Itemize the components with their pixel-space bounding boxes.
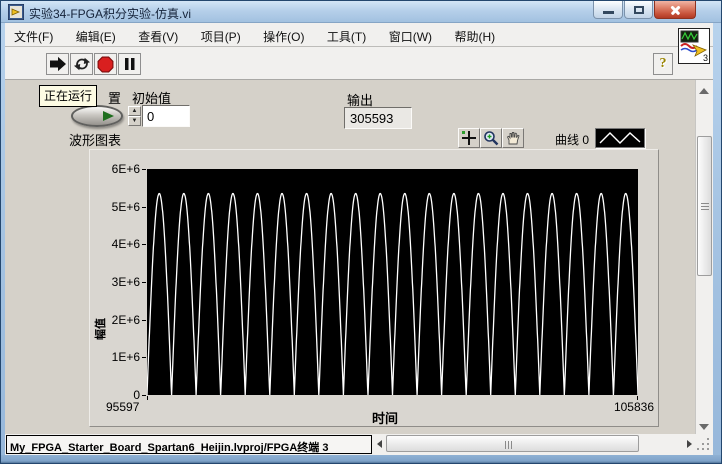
running-tooltip: 正在运行	[39, 85, 98, 107]
hand-icon	[506, 132, 520, 145]
pause-icon	[124, 58, 134, 70]
thumb-grip	[505, 441, 512, 449]
waveform-trace	[146, 192, 639, 396]
reset-button-label: 置	[108, 91, 122, 106]
x-tick-label-min: 95597	[106, 400, 140, 414]
scroll-left-icon[interactable]	[377, 440, 382, 448]
waveform-chart: 6E+6 5E+6 4E+6 3E+6 2E+6 1E+6 0 95597 105836 幅…	[89, 149, 659, 427]
chart-plot-area[interactable]	[146, 169, 639, 396]
menu-tools[interactable]: 工具(T)	[318, 23, 375, 47]
window-title: 实验34-FPGA积分实验-仿真.vi	[29, 7, 192, 21]
play-arrow-icon	[103, 111, 114, 121]
y-tick-label: 3E+6	[111, 275, 140, 289]
magnifier-icon	[484, 131, 499, 146]
title-bar[interactable]: 实验34-FPGA积分实验-仿真.vi	[1, 1, 721, 23]
plot-line-sample-icon	[599, 132, 641, 144]
y-tick-label: 4E+6	[111, 237, 140, 252]
y-tick-mark	[142, 357, 146, 359]
initial-value-stepper[interactable]: ▲ ▼	[128, 106, 141, 126]
crosshair-icon	[462, 131, 476, 145]
menu-view[interactable]: 查看(V)	[129, 23, 187, 47]
menu-project[interactable]: 项目(P)	[192, 23, 250, 47]
labview-window: 实验34-FPGA积分实验-仿真.vi 文件(F) 编辑(E) 查看(V) 项目…	[0, 0, 722, 464]
menu-edit[interactable]: 编辑(E)	[67, 23, 125, 47]
y-tick-label: 1E+6	[111, 350, 140, 365]
graph-palette	[458, 128, 524, 148]
context-help-button[interactable]: ?	[653, 53, 673, 75]
abort-button[interactable]	[94, 53, 117, 75]
vi-icon[interactable]: 3	[678, 28, 710, 64]
window-bottom-frame	[1, 455, 721, 463]
scroll-up-icon[interactable]	[699, 88, 709, 94]
y-tick-mark	[142, 395, 146, 396]
plot-legend[interactable]: 曲线 0	[555, 128, 646, 148]
y-tick-label: 6E+6	[111, 162, 140, 176]
minimize-button[interactable]	[593, 1, 623, 19]
x-axis-title: 时间	[371, 411, 398, 426]
x-tick-label-max: 105836	[613, 400, 654, 414]
maximize-icon	[634, 6, 644, 14]
initial-value-input[interactable]: 0	[142, 105, 190, 127]
run-continuous-icon	[73, 57, 90, 71]
y-tick-label: 5E+6	[111, 199, 140, 214]
pause-button[interactable]	[118, 53, 141, 75]
vertical-scrollbar-thumb[interactable]	[697, 136, 712, 276]
reset-button[interactable]	[71, 105, 123, 127]
scroll-right-icon[interactable]	[687, 440, 692, 448]
y-axis-title: 幅值	[95, 318, 107, 340]
zoom-tool-button[interactable]	[480, 128, 502, 148]
pan-tool-button[interactable]	[502, 128, 524, 148]
x-tick-mark	[147, 396, 148, 400]
menu-file[interactable]: 文件(F)	[5, 23, 62, 47]
cursor-tool-button[interactable]	[458, 128, 480, 148]
chart-title-label: 波形图表	[69, 133, 122, 148]
y-tick-mark	[142, 282, 146, 283]
y-tick-mark	[142, 244, 146, 246]
output-indicator: 305593	[344, 107, 412, 129]
decrement-button[interactable]: ▼	[128, 116, 141, 126]
stop-icon	[97, 56, 114, 72]
plot-legend-label: 曲线 0	[555, 132, 590, 147]
menu-operate[interactable]: 操作(O)	[254, 23, 313, 47]
execution-target-indicator[interactable]: My_FPGA_Starter_Board_Spartan6_Heijin.lv…	[6, 435, 372, 454]
run-arrow-icon	[49, 56, 66, 72]
y-tick-mark	[142, 206, 146, 208]
minimize-icon	[603, 11, 614, 14]
y-tick-mark	[142, 319, 146, 321]
scroll-down-icon[interactable]	[699, 424, 709, 430]
run-continuously-button[interactable]	[70, 53, 93, 75]
close-button[interactable]	[654, 1, 696, 19]
resize-grip[interactable]	[695, 434, 713, 455]
front-panel: 正在运行 置 初始值 ▲ ▼ 0 输出 305593 波形图表 曲线 0 6E+…	[5, 80, 695, 434]
vi-icon-badge: 3	[702, 53, 708, 63]
toolbar: ?	[5, 47, 713, 80]
maximize-button[interactable]	[624, 1, 653, 19]
horizontal-scrollbar-thumb[interactable]	[386, 435, 639, 452]
menu-help[interactable]: 帮助(H)	[445, 23, 504, 47]
vi-file-icon	[8, 4, 24, 20]
menu-bar: 文件(F) 编辑(E) 查看(V) 项目(P) 操作(O) 工具(T) 窗口(W…	[5, 23, 713, 47]
plot-legend-sample[interactable]	[595, 128, 646, 148]
thumb-grip	[701, 203, 709, 210]
run-button[interactable]	[46, 53, 69, 75]
vertical-scrollbar[interactable]	[695, 80, 713, 434]
increment-button[interactable]: ▲	[128, 106, 141, 116]
status-bar: My_FPGA_Starter_Board_Spartan6_Heijin.lv…	[5, 434, 713, 455]
menu-window[interactable]: 窗口(W)	[380, 23, 441, 47]
y-tick-mark	[142, 169, 146, 170]
